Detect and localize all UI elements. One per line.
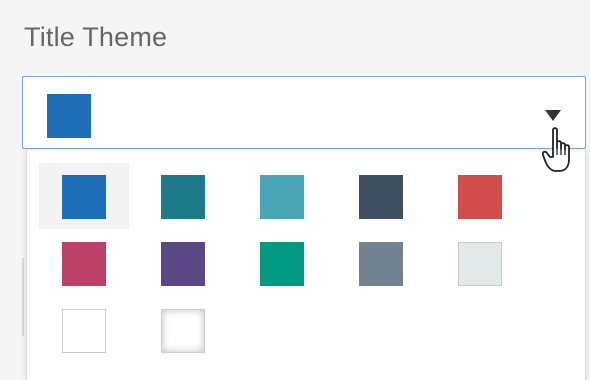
color-swatch-option[interactable] xyxy=(138,297,228,363)
panel-edge-divider xyxy=(22,258,24,336)
selected-color-swatch xyxy=(47,94,91,138)
color-swatch xyxy=(161,242,205,286)
color-swatch-option[interactable] xyxy=(138,230,228,296)
color-swatch xyxy=(62,175,106,219)
color-swatch xyxy=(62,309,106,353)
color-swatch-option[interactable] xyxy=(138,163,228,229)
color-swatch-option[interactable] xyxy=(39,297,129,363)
chevron-down-icon[interactable] xyxy=(545,110,561,121)
title-theme-select[interactable] xyxy=(22,76,586,149)
title-theme-label: Title Theme xyxy=(24,22,168,52)
color-swatch-option[interactable] xyxy=(237,230,327,296)
color-swatch-option[interactable] xyxy=(237,163,327,229)
color-swatch xyxy=(161,309,205,353)
color-swatch xyxy=(161,175,205,219)
color-swatch-option[interactable] xyxy=(336,163,426,229)
color-swatch xyxy=(260,242,304,286)
color-swatch-option[interactable] xyxy=(39,230,129,296)
color-swatch xyxy=(359,175,403,219)
color-swatch-option[interactable] xyxy=(39,163,129,229)
color-swatch-option[interactable] xyxy=(336,230,426,296)
color-swatch-option[interactable] xyxy=(435,163,525,229)
color-swatch xyxy=(458,175,502,219)
hand-pointer-icon xyxy=(542,127,570,172)
color-palette-dropdown xyxy=(26,150,586,380)
color-swatch xyxy=(260,175,304,219)
color-swatch-option[interactable] xyxy=(435,230,525,296)
color-swatch xyxy=(62,242,106,286)
color-swatch xyxy=(359,242,403,286)
color-swatch xyxy=(458,242,502,286)
